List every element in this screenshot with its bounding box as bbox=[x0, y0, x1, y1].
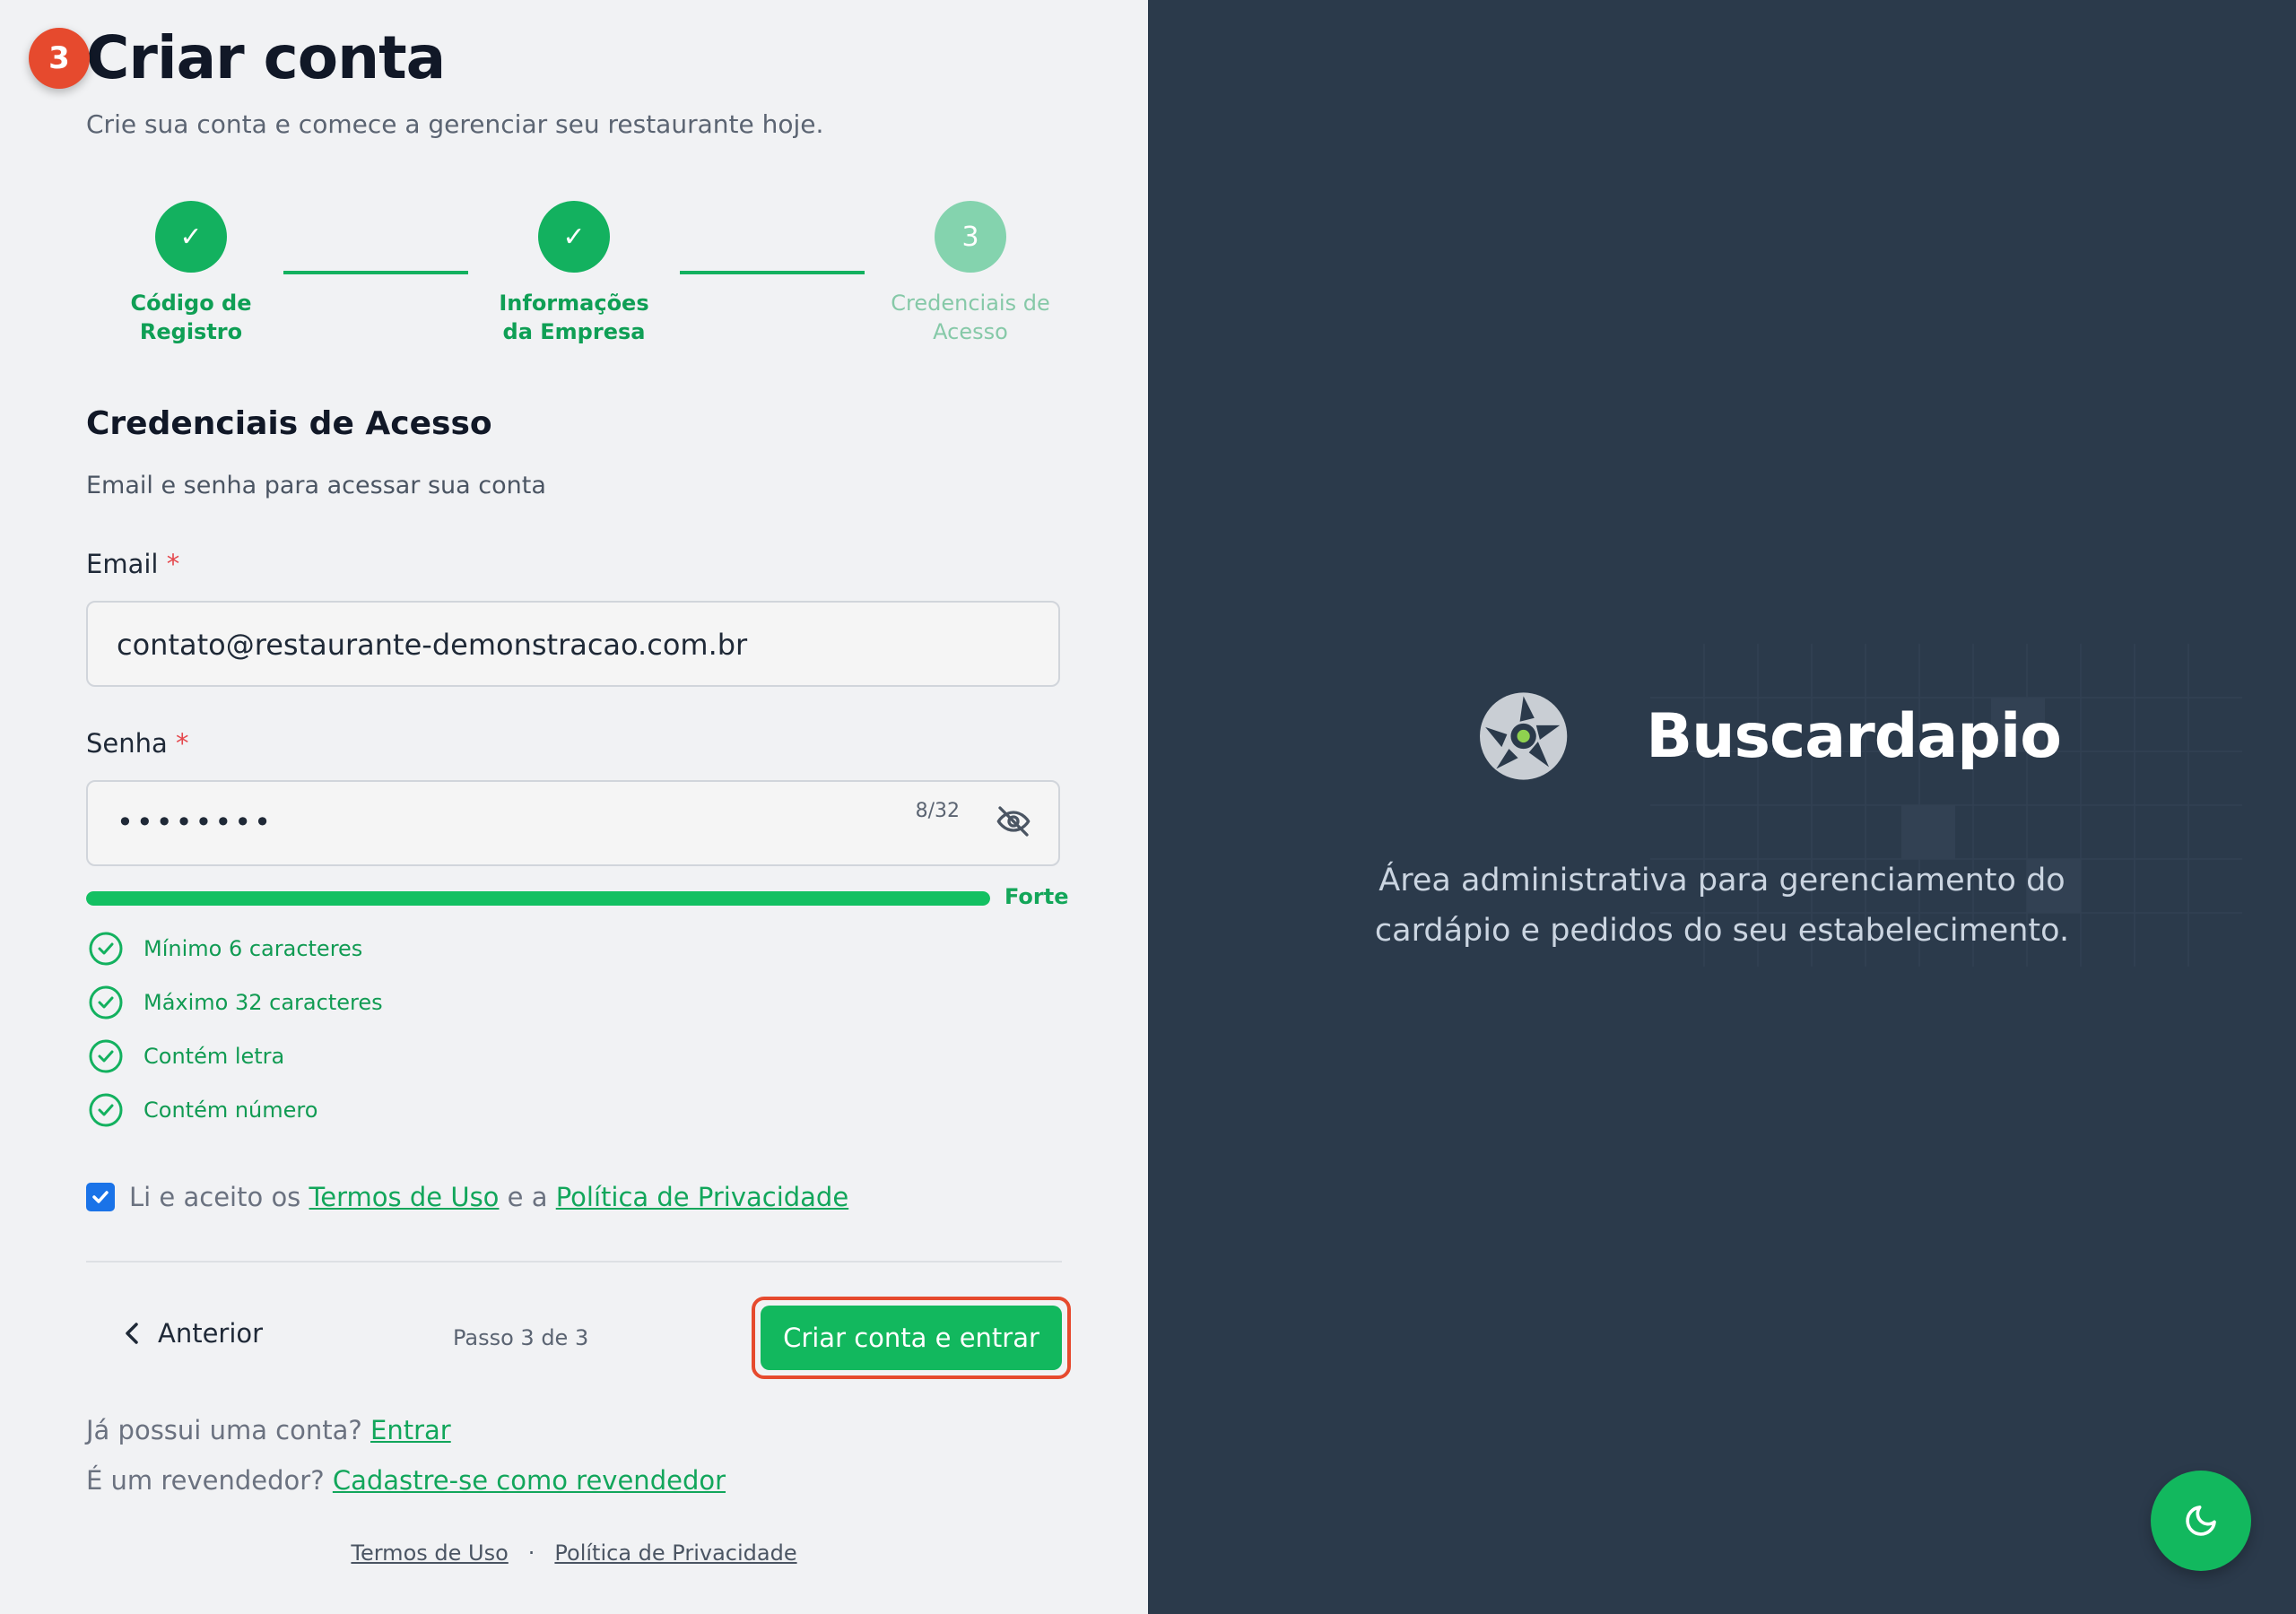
email-value: contato@restaurante-demonstracao.com.br bbox=[117, 628, 748, 662]
annotation-step-badge: 3 bbox=[29, 28, 90, 89]
brand-tagline: Área administrativa para gerenciamento d… bbox=[1148, 855, 2296, 956]
password-rule-max-length: Máximo 32 caracteres bbox=[88, 983, 383, 1022]
email-label-text: Email bbox=[86, 549, 159, 579]
rule-text: Contém letra bbox=[144, 1044, 285, 1069]
privacy-policy-link[interactable]: Política de Privacidade bbox=[556, 1182, 848, 1212]
step-complete-check-icon: ✓ bbox=[155, 201, 227, 273]
brand-lockup: Buscardapio bbox=[1478, 687, 2062, 785]
reseller-signup-link[interactable]: Cadastre-se como revendedor bbox=[333, 1465, 726, 1496]
check-circle-icon bbox=[89, 1039, 123, 1073]
theme-toggle-button[interactable] bbox=[2151, 1471, 2251, 1571]
password-strength-fill bbox=[86, 891, 990, 906]
check-circle-icon bbox=[89, 985, 123, 1020]
back-button-label: Anterior bbox=[158, 1318, 264, 1349]
step-label: Credenciais de Acesso bbox=[891, 291, 1050, 344]
terms-prefix: Li e aceito os bbox=[129, 1182, 301, 1212]
step-label: Código de Registro bbox=[130, 291, 252, 344]
required-mark: * bbox=[176, 728, 189, 759]
password-field[interactable]: •••••••• 8/32 bbox=[86, 780, 1060, 866]
password-label-text: Senha bbox=[86, 728, 168, 759]
stepper-connector-2 bbox=[680, 271, 865, 274]
section-title: Credenciais de Acesso bbox=[86, 405, 492, 442]
eye-off-icon[interactable] bbox=[996, 803, 1031, 839]
page-subtitle: Crie sua conta e comece a gerenciar seu … bbox=[86, 109, 824, 139]
email-label: Email * bbox=[86, 549, 179, 579]
rule-text: Contém número bbox=[144, 1098, 318, 1123]
password-strength-bar bbox=[86, 891, 990, 906]
divider bbox=[86, 1261, 1062, 1263]
footer: Termos de Uso · Política de Privacidade bbox=[0, 1540, 1148, 1566]
moon-icon bbox=[2186, 1506, 2216, 1536]
progress-stepper: ✓ Código de Registro ✓ Informações da Em… bbox=[86, 201, 1062, 353]
check-circle-icon bbox=[89, 932, 123, 966]
form-panel: 3 Criar conta Crie sua conta e comece a … bbox=[0, 0, 1148, 1614]
terms-acceptance: Li e aceito os Termos de Uso e a Polític… bbox=[86, 1182, 848, 1212]
password-rule-letter: Contém letra bbox=[88, 1037, 284, 1076]
stepper-connector-1 bbox=[283, 271, 468, 274]
step-label: Informações da Empresa bbox=[499, 291, 649, 344]
brand-name: Buscardapio bbox=[1646, 700, 2062, 772]
required-mark: * bbox=[166, 549, 180, 579]
terms-of-use-link[interactable]: Termos de Uso bbox=[309, 1182, 500, 1212]
aperture-icon bbox=[1480, 692, 1568, 780]
brand-tagline-line-2: cardápio e pedidos do seu estabeleciment… bbox=[1374, 913, 2070, 949]
password-rule-number: Contém número bbox=[88, 1090, 317, 1130]
terms-checkbox[interactable] bbox=[86, 1183, 115, 1211]
reseller-prompt: É um revendedor? bbox=[86, 1465, 325, 1496]
login-link[interactable]: Entrar bbox=[370, 1415, 451, 1445]
footer-separator: · bbox=[527, 1540, 535, 1566]
login-prompt: Já possui uma conta? bbox=[86, 1415, 362, 1445]
brand-panel: Buscardapio Área administrativa para ger… bbox=[1148, 0, 2296, 1614]
password-character-counter: 8/32 bbox=[915, 800, 960, 822]
login-prompt-row: Já possui uma conta? Entrar bbox=[86, 1415, 451, 1445]
password-strength-label: Forte bbox=[1004, 884, 1069, 909]
step-number: 3 bbox=[935, 201, 1006, 273]
step-complete-check-icon: ✓ bbox=[538, 201, 610, 273]
step-counter: Passo 3 de 3 bbox=[453, 1325, 589, 1350]
step-company-info: ✓ Informações da Empresa bbox=[471, 201, 677, 346]
rule-text: Mínimo 6 caracteres bbox=[144, 936, 363, 961]
page-title: Criar conta bbox=[86, 23, 446, 92]
checkmark-icon bbox=[92, 1191, 109, 1203]
email-field[interactable]: contato@restaurante-demonstracao.com.br bbox=[86, 601, 1060, 687]
brand-tagline-line-1: Área administrativa para gerenciamento d… bbox=[1378, 863, 2066, 898]
footer-terms-link[interactable]: Termos de Uso bbox=[351, 1540, 508, 1566]
chevron-left-icon bbox=[126, 1323, 138, 1344]
step-registration-code: ✓ Código de Registro bbox=[88, 201, 294, 346]
footer-privacy-link[interactable]: Política de Privacidade bbox=[554, 1540, 796, 1566]
check-circle-icon bbox=[89, 1093, 123, 1127]
section-description: Email e senha para acessar sua conta bbox=[86, 472, 546, 499]
rule-text: Máximo 32 caracteres bbox=[144, 990, 383, 1015]
step-access-credentials: 3 Credenciais de Acesso bbox=[867, 201, 1074, 346]
create-account-button[interactable]: Criar conta e entrar bbox=[761, 1306, 1062, 1370]
password-rule-min-length: Mínimo 6 caracteres bbox=[88, 929, 362, 968]
terms-joiner: e a bbox=[507, 1182, 548, 1212]
password-masked-value: •••••••• bbox=[117, 805, 274, 839]
password-label: Senha * bbox=[86, 728, 189, 759]
back-button[interactable]: Anterior bbox=[122, 1318, 263, 1349]
reseller-prompt-row: É um revendedor? Cadastre-se como revend… bbox=[86, 1465, 726, 1496]
